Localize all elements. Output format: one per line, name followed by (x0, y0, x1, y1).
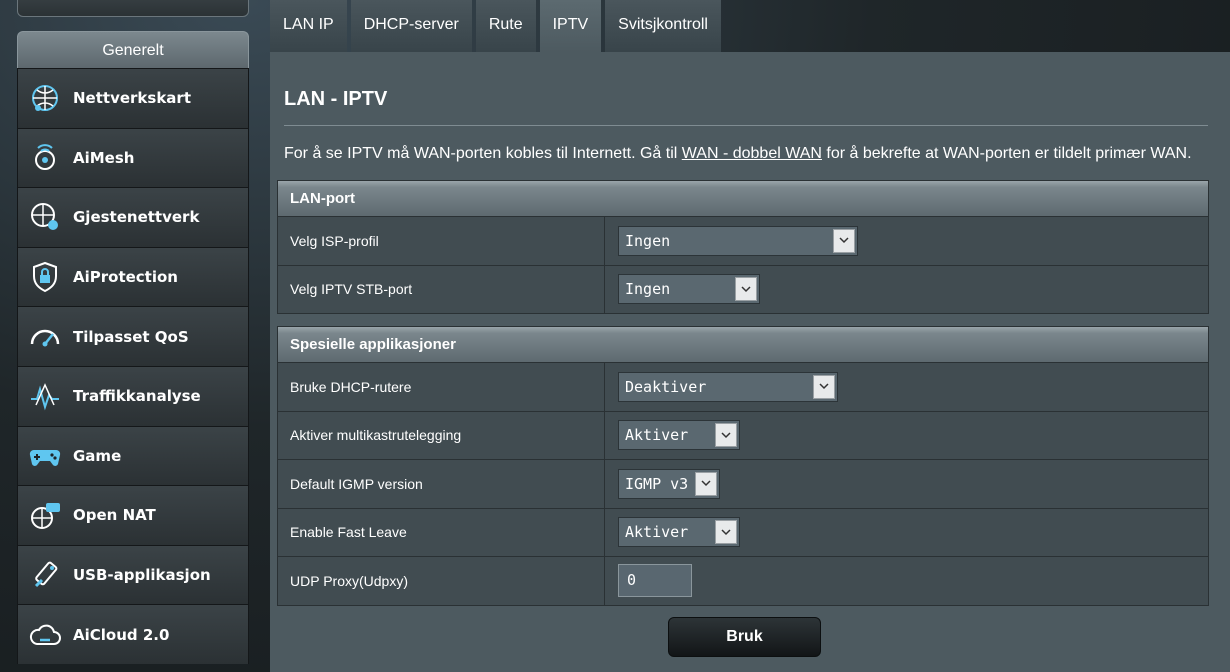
select-value: Ingen (625, 231, 671, 250)
sidebar-item-label: Open NAT (73, 506, 156, 525)
select-value: Deaktiver (625, 377, 707, 396)
chevron-down-icon (695, 471, 717, 496)
tab-dhcp-server[interactable]: DHCP-server (350, 0, 472, 52)
sidebar-item-label: Tilpasset QoS (73, 327, 189, 346)
sidebar-item-label: USB-applikasjon (73, 566, 211, 585)
description-text: For å se IPTV må WAN-porten kobles til I… (284, 145, 682, 162)
section-title: LAN-port (278, 181, 1208, 216)
description-text-end: for å bekrefte at WAN-porten er tildelt … (821, 145, 1192, 162)
sidebar-item-label: AiCloud 2.0 (73, 625, 170, 644)
guest-network-icon (25, 197, 65, 237)
tab-lan-ip[interactable]: LAN IP (270, 0, 347, 52)
sidebar-item-label: Traffikkanalyse (73, 387, 201, 406)
gamepad-icon (25, 436, 65, 476)
udp-proxy-input[interactable]: 0 (618, 564, 692, 598)
usb-icon (25, 555, 65, 595)
udp-proxy-label: UDP Proxy(Udpxy) (278, 557, 605, 605)
tab-iptv[interactable]: IPTV (539, 0, 602, 52)
wan-dual-wan-link[interactable]: WAN - dobbel WAN (682, 145, 822, 162)
select-value: Aktiver (625, 426, 689, 445)
sidebar-item-label: AiProtection (73, 268, 178, 287)
page-title: LAN - IPTV (284, 88, 388, 110)
sidebar: Generelt Nettverkskart AiMesh Gjestenett… (17, 31, 249, 664)
isp-profile-label: Velg ISP-profil (278, 217, 605, 265)
sidebar-item-traffic-analyzer[interactable]: Traffikkanalyse (17, 365, 249, 426)
tab-switch-control[interactable]: Svitsjkontroll (605, 0, 721, 52)
main-panel: LAN - IPTV For å se IPTV må WAN-porten k… (270, 52, 1230, 672)
table-row: Velg ISP-profil Ingen (278, 216, 1208, 265)
sidebar-item-aiprotection[interactable]: AiProtection (17, 246, 249, 307)
table-row: Velg IPTV STB-port Ingen (278, 264, 1208, 313)
chevron-down-icon (813, 374, 835, 399)
lan-port-section: LAN-port Velg ISP-profil Ingen Velg IPTV… (277, 180, 1209, 314)
select-value: IGMP v3 (625, 474, 689, 493)
chevron-down-icon (735, 277, 757, 302)
sidebar-item-network-map[interactable]: Nettverkskart (17, 68, 249, 128)
sidebar-item-game[interactable]: Game (17, 425, 249, 486)
fast-leave-select[interactable]: Aktiver (618, 517, 740, 548)
select-value: Aktiver (625, 523, 689, 542)
special-applications-section: Spesielle applikasjoner Bruke DHCP-ruter… (277, 326, 1209, 606)
sidebar-item-qos[interactable]: Tilpasset QoS (17, 306, 249, 366)
sidebar-item-label: Game (73, 446, 122, 465)
table-row: Aktiver multikastrutelegging Aktiver (278, 410, 1208, 459)
table-row: Default IGMP version IGMP v3 (278, 459, 1208, 508)
tab-bar: LAN IP DHCP-server Rute IPTV Svitsjkontr… (270, 0, 725, 52)
network-map-icon (25, 78, 65, 118)
title-divider (284, 125, 1208, 126)
dhcp-routes-label: Bruke DHCP-rutere (278, 363, 605, 411)
sidebar-item-guest-network[interactable]: Gjestenettverk (17, 187, 249, 247)
chevron-down-icon (715, 423, 737, 448)
open-nat-icon (25, 495, 65, 535)
sidebar-item-label: Nettverkskart (73, 89, 191, 108)
table-row: Bruke DHCP-rutere Deaktiver (278, 362, 1208, 411)
sidebar-top-button[interactable] (17, 0, 249, 17)
sidebar-item-label: AiMesh (73, 148, 135, 167)
tab-route[interactable]: Rute (475, 0, 536, 52)
table-row: Enable Fast Leave Aktiver (278, 507, 1208, 556)
multicast-routing-select[interactable]: Aktiver (618, 420, 740, 451)
aimesh-icon (25, 138, 65, 178)
sidebar-item-label: Gjestenettverk (73, 208, 200, 227)
chevron-down-icon (715, 520, 737, 545)
qos-icon (25, 317, 65, 357)
page-description: For å se IPTV må WAN-porten kobles til I… (284, 145, 1192, 163)
chevron-down-icon (833, 228, 855, 253)
igmp-version-label: Default IGMP version (278, 460, 605, 508)
traffic-analyzer-icon (25, 376, 65, 416)
igmp-version-select[interactable]: IGMP v3 (618, 468, 720, 499)
cloud-icon (25, 615, 65, 655)
multicast-routing-label: Aktiver multikastrutelegging (278, 411, 605, 459)
sidebar-item-usb[interactable]: USB-applikasjon (17, 544, 249, 605)
iptv-stb-port-select[interactable]: Ingen (618, 274, 760, 305)
dhcp-routes-select[interactable]: Deaktiver (618, 371, 838, 402)
apply-button[interactable]: Bruk (668, 617, 821, 657)
select-value: Ingen (625, 280, 671, 299)
iptv-stb-port-label: Velg IPTV STB-port (278, 265, 605, 313)
sidebar-item-aimesh[interactable]: AiMesh (17, 127, 249, 188)
isp-profile-select[interactable]: Ingen (618, 225, 858, 256)
fast-leave-label: Enable Fast Leave (278, 508, 605, 556)
sidebar-item-aicloud[interactable]: AiCloud 2.0 (17, 604, 249, 664)
sidebar-header: Generelt (17, 31, 249, 68)
aiprotection-icon (25, 257, 65, 297)
table-row: UDP Proxy(Udpxy) 0 (278, 556, 1208, 605)
sidebar-item-open-nat[interactable]: Open NAT (17, 485, 249, 545)
section-title: Spesielle applikasjoner (278, 327, 1208, 362)
